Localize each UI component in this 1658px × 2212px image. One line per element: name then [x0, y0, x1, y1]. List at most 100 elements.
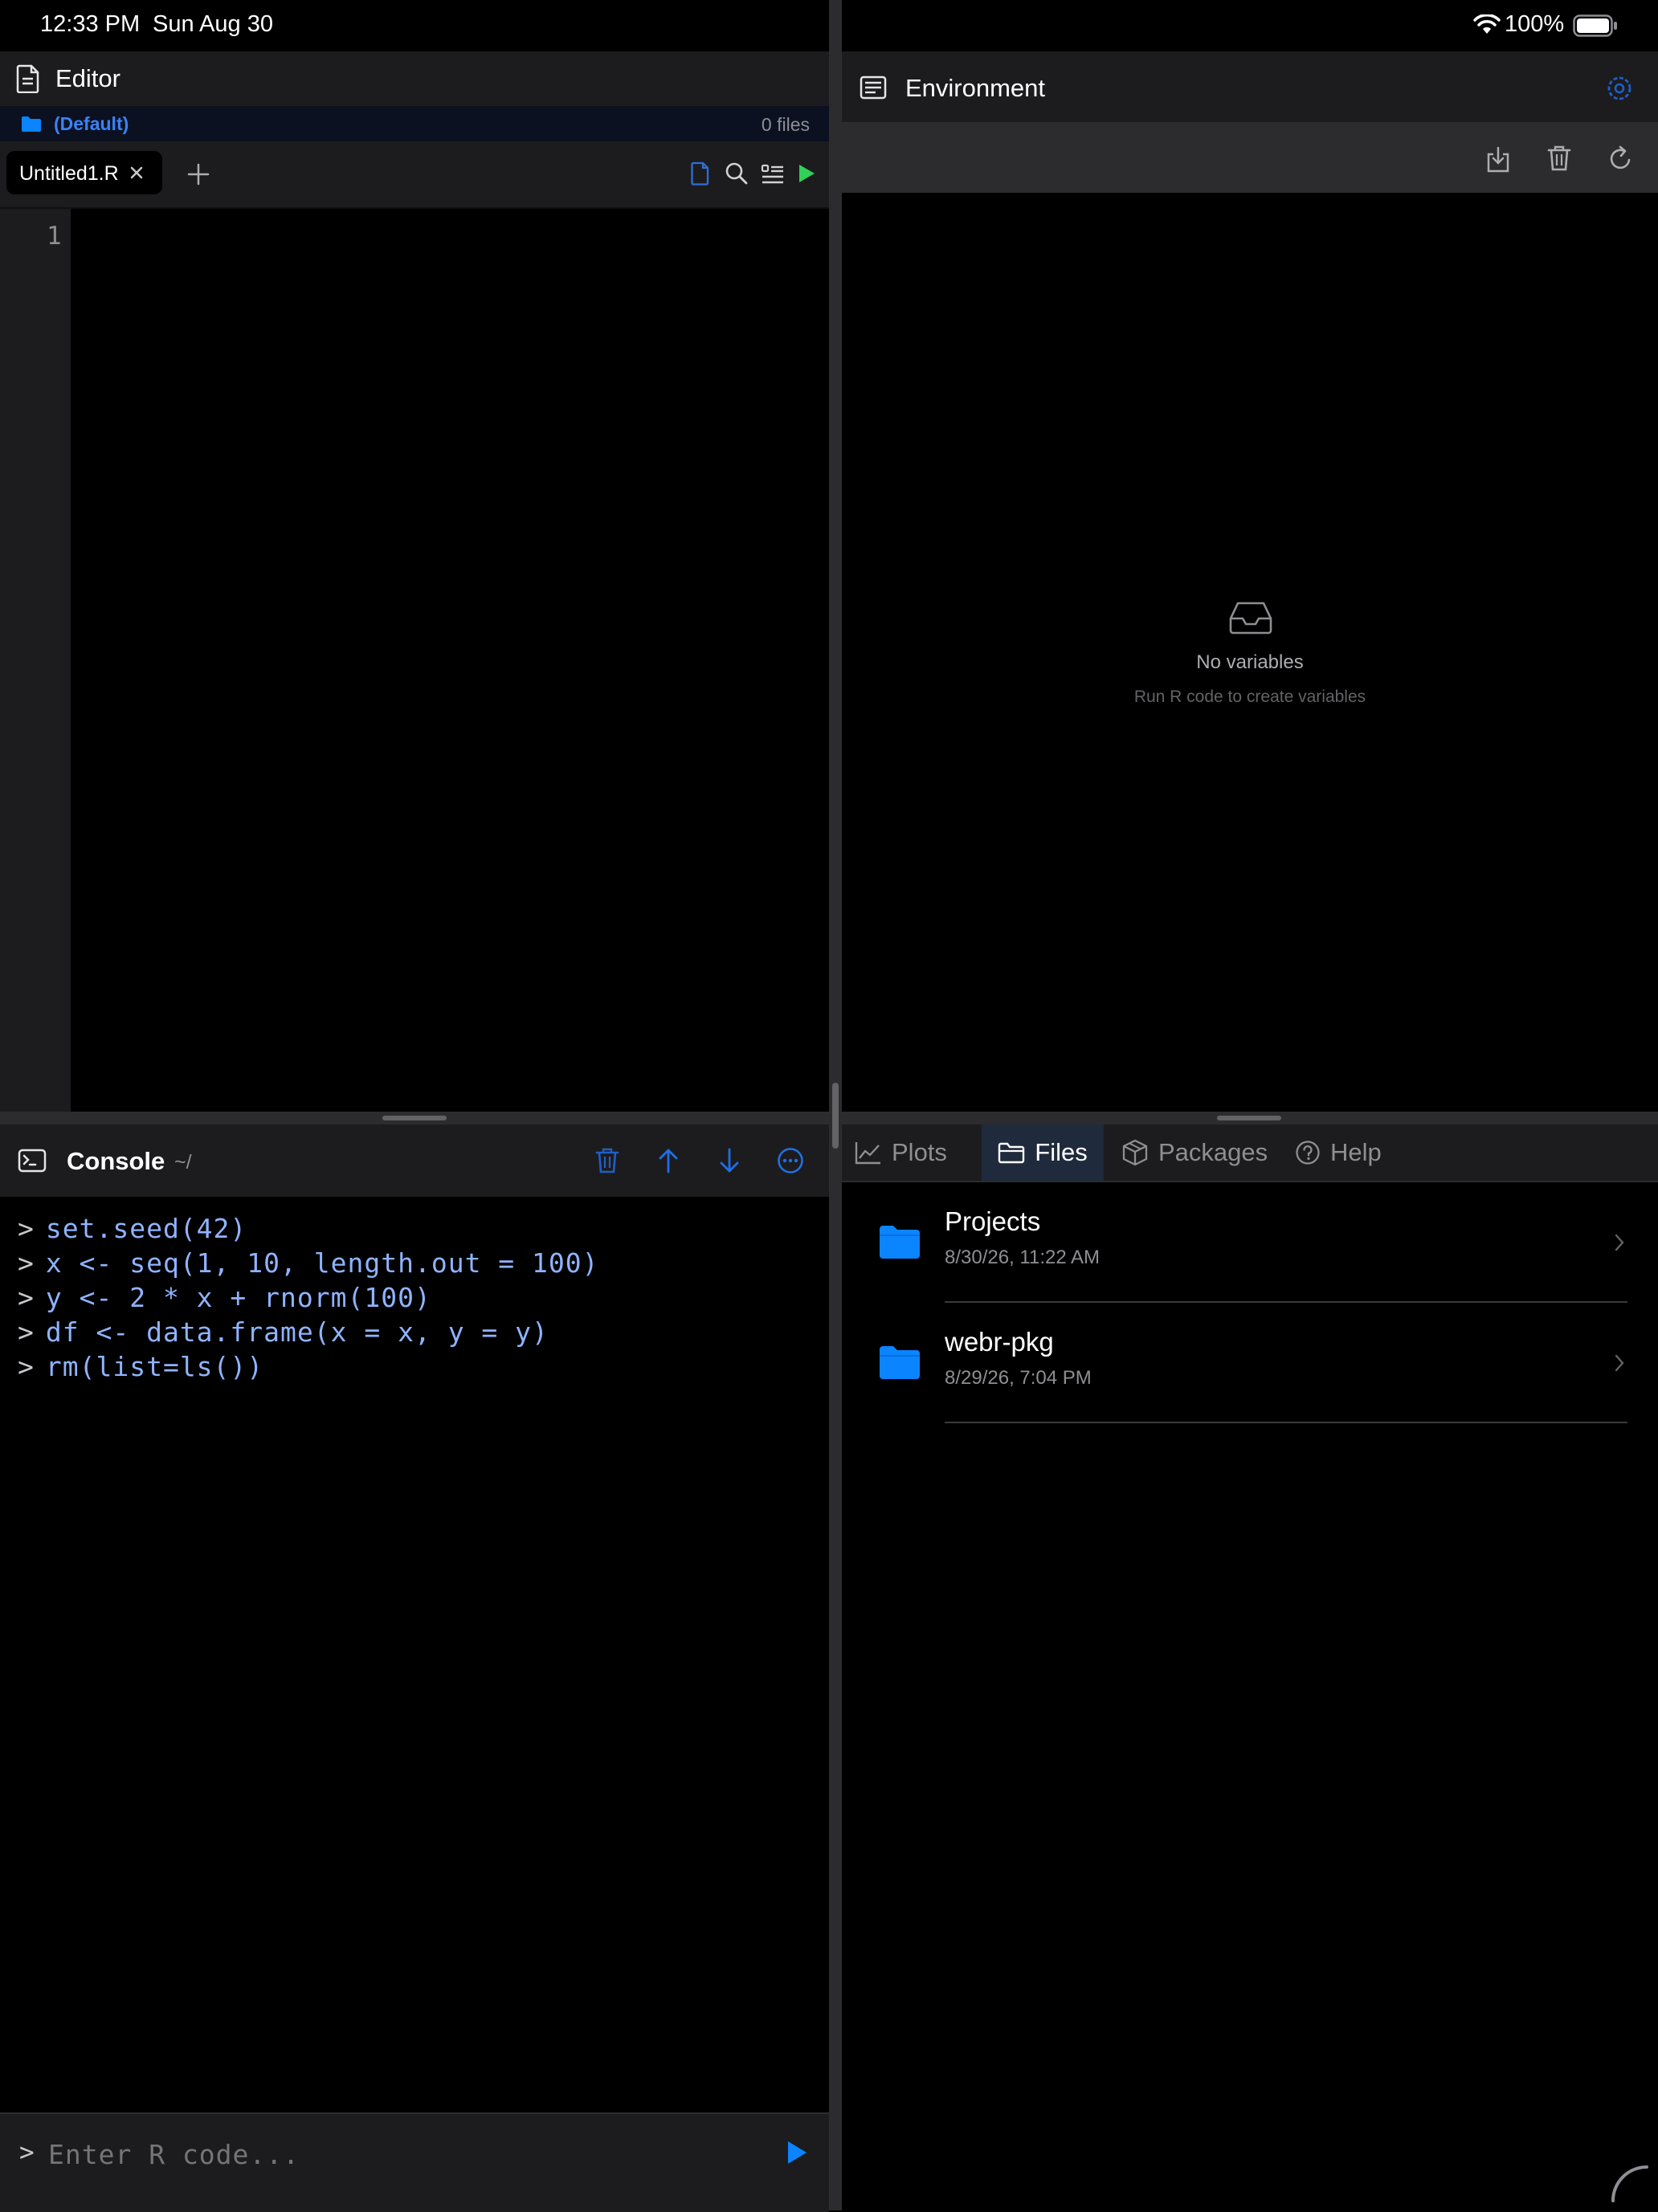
console-prompt: >: [18, 1247, 35, 1279]
console-line: > rm(list=ls()): [18, 1351, 263, 1382]
project-name[interactable]: (Default): [54, 113, 129, 135]
wifi-icon: [1473, 14, 1501, 35]
console-prompt: >: [18, 1213, 35, 1244]
pane-splitter[interactable]: [829, 0, 842, 2210]
file-row-projects[interactable]: Projects 8/30/26, 11:22 AM: [842, 1182, 1658, 1303]
resize-handle-icon[interactable]: [1610, 2164, 1650, 2204]
console-input[interactable]: [47, 2130, 741, 2178]
console-line-text: y <- 2 * x + rnorm(100): [45, 1282, 431, 1313]
editor-tab-label: Untitled1.R: [19, 162, 119, 185]
terminal-icon: [18, 1149, 47, 1173]
console-line: > df <- data.frame(x = x, y = y): [18, 1316, 549, 1348]
splitter-handle[interactable]: [1217, 1116, 1281, 1120]
console-line-text: x <- seq(1, 10, length.out = 100): [45, 1247, 599, 1279]
editor-header: Editor: [0, 51, 829, 106]
import-icon[interactable]: [1485, 146, 1511, 173]
tab-help[interactable]: Help: [1295, 1124, 1391, 1181]
files-list: Projects 8/30/26, 11:22 AM webr-pkg 8/29…: [842, 1182, 1658, 2210]
tab-plots[interactable]: Plots: [855, 1124, 986, 1181]
plus-icon: [187, 163, 210, 186]
box-icon: [1121, 1139, 1149, 1166]
empty-state-subtitle: Run R code to create variables: [1133, 688, 1366, 706]
run-icon[interactable]: [797, 163, 816, 184]
code-editor-area[interactable]: [71, 209, 829, 1112]
file-date: 8/30/26, 11:22 AM: [945, 1247, 1101, 1268]
list-icon: [860, 76, 887, 100]
console-input-bar: >: [0, 2112, 829, 2212]
environment-title: Environment: [905, 74, 1046, 102]
file-name: webr-pkg: [945, 1327, 1054, 1357]
line-number-gutter: 1: [0, 209, 71, 1112]
file-name: Projects: [945, 1206, 1041, 1236]
console-line: > set.seed(42): [18, 1213, 247, 1244]
environment-header: Environment: [842, 51, 1658, 122]
console-output: > set.seed(42) > x <- seq(1, 10, length.ou…: [0, 1197, 829, 2164]
console-line: > x <- seq(1, 10, length.out = 100): [18, 1247, 599, 1279]
console-title: Console: [67, 1147, 165, 1175]
tab-label: Help: [1330, 1138, 1382, 1166]
question-circle-icon: [1295, 1140, 1321, 1165]
row-divider: [945, 1422, 1627, 1423]
status-date: Sun Aug 30: [153, 11, 273, 37]
console-prompt: >: [18, 1316, 35, 1348]
tab-label: Packages: [1158, 1138, 1268, 1166]
tab-label: Files: [1035, 1138, 1088, 1166]
console-path: ~/: [174, 1151, 192, 1173]
empty-state-title: No variables: [1196, 651, 1304, 673]
run-code-button[interactable]: [786, 2140, 808, 2165]
editor-tab-untitled1[interactable]: Untitled1.R: [6, 151, 162, 194]
new-file-icon[interactable]: [691, 161, 710, 186]
new-tab-button[interactable]: [186, 162, 210, 186]
left-pane: Editor (Default) 0 files Untitled1.R 1 C…: [0, 51, 829, 2212]
project-bar[interactable]: (Default) 0 files: [0, 106, 829, 141]
console-line: > y <- 2 * x + rnorm(100): [18, 1282, 431, 1313]
folder-icon: [879, 1224, 921, 1259]
tab-files[interactable]: Files: [982, 1124, 1104, 1181]
clear-console-icon[interactable]: [594, 1147, 620, 1174]
input-prompt: >: [19, 2138, 35, 2167]
chart-line-icon: [855, 1141, 882, 1165]
inbox-icon: [1228, 601, 1273, 635]
more-options-icon[interactable]: [777, 1147, 804, 1174]
console-line-text: rm(list=ls()): [45, 1351, 264, 1382]
console-line-text: set.seed(42): [45, 1213, 247, 1244]
settings-icon[interactable]: [1606, 75, 1633, 102]
environment-body: No variables Run R code to create variab…: [842, 193, 1658, 1112]
tab-packages[interactable]: Packages: [1121, 1124, 1279, 1181]
line-number: 1: [47, 222, 62, 251]
folder-icon: [21, 115, 42, 133]
refresh-icon[interactable]: [1607, 145, 1633, 172]
splitter-handle[interactable]: [832, 1083, 839, 1149]
status-time: 12:33 PM: [40, 11, 141, 37]
console-prompt: >: [18, 1282, 35, 1313]
environment-files-splitter[interactable]: [842, 1112, 1658, 1124]
battery-icon: [1573, 14, 1618, 37]
chevron-right-icon: [1614, 1233, 1625, 1252]
splitter-handle[interactable]: [382, 1116, 447, 1120]
file-row-webr-pkg[interactable]: webr-pkg 8/29/26, 7:04 PM: [842, 1303, 1658, 1423]
tab-label: Plots: [892, 1138, 947, 1166]
play-icon: [788, 2141, 807, 2164]
bottom-panel-tabs: Plots Files Packages Help: [842, 1124, 1658, 1182]
editor-title: Editor: [55, 64, 120, 92]
console-header: Console ~/: [0, 1124, 829, 1197]
arrow-up-icon[interactable]: [656, 1147, 680, 1174]
folder-outline-icon: [998, 1141, 1025, 1164]
file-date: 8/29/26, 7:04 PM: [945, 1367, 1092, 1389]
battery-percent: 100%: [1505, 11, 1565, 37]
right-pane: Environment No variables Run R code to c…: [842, 51, 1658, 2210]
editor-console-splitter[interactable]: [0, 1112, 829, 1124]
arrow-down-icon[interactable]: [717, 1147, 741, 1174]
console-line-text: df <- data.frame(x = x, y = y): [45, 1316, 549, 1348]
environment-toolbar: [842, 122, 1658, 193]
close-icon[interactable]: [129, 165, 145, 181]
folder-icon: [879, 1345, 921, 1380]
clear-environment-icon[interactable]: [1546, 145, 1572, 172]
chevron-right-icon: [1614, 1353, 1625, 1373]
project-file-count: 0 files: [761, 114, 810, 135]
outline-icon[interactable]: [761, 163, 785, 186]
search-icon[interactable]: [725, 161, 749, 186]
console-prompt: >: [18, 1351, 35, 1382]
editor-tab-bar: Untitled1.R: [0, 141, 829, 209]
document-icon: [16, 64, 40, 93]
